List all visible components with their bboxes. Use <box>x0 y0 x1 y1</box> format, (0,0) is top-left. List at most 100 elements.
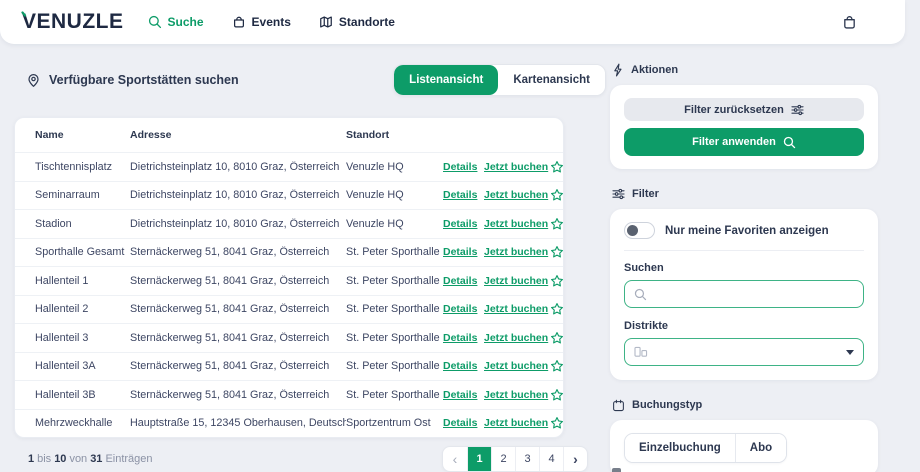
facility-address: Sternäckerweg 51, 8041 Graz, Österreich <box>130 274 330 287</box>
favorite-star-icon[interactable] <box>548 331 563 345</box>
table-row: Hallenteil 3B Sternäckerweg 51, 8041 Gra… <box>15 380 563 409</box>
brand-logo-text: VENUZLE <box>22 10 124 33</box>
favorite-star-icon[interactable] <box>548 416 563 430</box>
facility-location: St. Peter Sporthalle <box>346 331 440 344</box>
facility-address: Dietrichsteinplatz 10, 8010 Graz, Österr… <box>130 189 340 202</box>
book-link[interactable]: Jetzt buchen <box>484 417 548 429</box>
favorite-star-icon[interactable] <box>548 217 563 231</box>
brand-logo[interactable]: VENUZLE <box>21 9 124 34</box>
book-link[interactable]: Jetzt buchen <box>484 161 548 173</box>
booking-type-einzelbuchung-button[interactable]: Einzelbuchung <box>625 434 735 462</box>
facilities-table: Name Adresse Standort Tischtennisplatz D… <box>14 117 564 438</box>
favorite-star-icon[interactable] <box>548 245 563 259</box>
pagination-page-1[interactable]: 1 <box>467 447 491 471</box>
main-nav: Suche Events Standorte <box>148 15 395 29</box>
favorite-star-icon[interactable] <box>548 160 563 174</box>
lightning-icon <box>612 63 624 77</box>
filter-apply-button[interactable]: Filter anwenden <box>624 128 864 156</box>
book-link[interactable]: Jetzt buchen <box>484 360 548 372</box>
details-link[interactable]: Details <box>443 389 484 401</box>
favorite-star-icon[interactable] <box>548 302 563 316</box>
book-link[interactable]: Jetzt buchen <box>484 303 548 315</box>
search-input-wrap <box>624 280 864 308</box>
details-link[interactable]: Details <box>443 303 484 315</box>
nav-item-suche[interactable]: Suche <box>148 15 204 29</box>
search-input[interactable] <box>654 288 854 300</box>
booking-type-abo-button[interactable]: Abo <box>734 434 787 462</box>
table-row: Tischtennisplatz Dietrichsteinplatz 10, … <box>15 152 563 181</box>
facility-location: St. Peter Sporthalle <box>346 360 440 373</box>
districts-select[interactable] <box>624 338 864 366</box>
facility-address: Sternäckerweg 51, 8041 Graz, Österreich <box>130 246 330 259</box>
facility-name: Hallenteil 1 <box>35 274 89 287</box>
book-link[interactable]: Jetzt buchen <box>484 332 548 344</box>
facility-name: Stadion <box>35 217 72 230</box>
facility-name: Hallenteil 3A <box>35 360 96 373</box>
facility-location: St. Peter Sporthalle <box>346 274 440 287</box>
pagination-page-3[interactable]: 3 <box>515 447 539 471</box>
location-pin-icon <box>26 73 41 88</box>
book-link[interactable]: Jetzt buchen <box>484 275 548 287</box>
pagination-next-icon[interactable]: › <box>563 447 587 471</box>
sliders-icon <box>791 104 804 116</box>
results-panel: Verfügbare Sportstätten suchen Listenans… <box>14 58 606 472</box>
search-icon <box>634 288 647 301</box>
facility-address: Hauptstraße 15, 12345 Oberhausen, Deutsc… <box>130 417 346 430</box>
favorite-star-icon[interactable] <box>548 388 563 402</box>
facility-location: St. Peter Sporthalle <box>346 388 440 401</box>
facility-address: Dietrichsteinplatz 10, 8010 Graz, Österr… <box>130 217 340 230</box>
favorite-star-icon[interactable] <box>548 274 563 288</box>
table-footer: 1 bis 10 von 31 Einträgen ‹ 1 2 3 4 › <box>14 446 592 472</box>
details-link[interactable]: Details <box>443 275 484 287</box>
map-view-button[interactable]: Kartenansicht <box>498 65 605 95</box>
booking-type-title: Buchungstyp <box>632 399 703 411</box>
pagination-page-2[interactable]: 2 <box>491 447 515 471</box>
details-link[interactable]: Details <box>443 360 484 372</box>
filter-title: Filter <box>632 188 659 200</box>
pagination-page-4[interactable]: 4 <box>539 447 563 471</box>
booking-type-group: Einzelbuchung Abo <box>624 433 788 463</box>
favorites-toggle-label: Nur meine Favoriten anzeigen <box>665 224 829 237</box>
table-row: Stadion Dietrichsteinplatz 10, 8010 Graz… <box>15 209 563 238</box>
details-link[interactable]: Details <box>443 189 484 201</box>
book-link[interactable]: Jetzt buchen <box>484 389 548 401</box>
facility-location: St. Peter Sporthalle <box>346 246 440 259</box>
column-header-standort: Standort <box>346 129 390 141</box>
facility-name: Hallenteil 3B <box>35 388 96 401</box>
top-navbar: VENUZLE Suche Events Standorte <box>0 0 905 44</box>
favorite-star-icon[interactable] <box>548 188 563 202</box>
table-row: Hallenteil 2 Sternäckerweg 51, 8041 Graz… <box>15 294 563 324</box>
book-link[interactable]: Jetzt buchen <box>484 218 548 230</box>
facility-name: Hallenteil 2 <box>35 303 89 316</box>
bag-icon <box>232 15 246 29</box>
district-blocks-icon <box>634 346 648 358</box>
facility-location: St. Peter Sporthalle <box>346 303 440 316</box>
table-row: Mehrzweckhalle Hauptstraße 15, 12345 Obe… <box>15 408 563 438</box>
details-link[interactable]: Details <box>443 417 484 429</box>
facility-name: Tischtennisplatz <box>35 160 113 173</box>
book-link[interactable]: Jetzt buchen <box>484 246 548 258</box>
calendar-icon <box>612 399 625 412</box>
details-link[interactable]: Details <box>443 161 484 173</box>
facility-location: Venuzle HQ <box>346 189 404 202</box>
logo-tick-icon <box>21 9 32 18</box>
column-header-adresse: Adresse <box>130 129 172 141</box>
facility-address: Dietrichsteinplatz 10, 8010 Graz, Österr… <box>130 160 340 173</box>
favorites-toggle[interactable] <box>624 222 655 239</box>
filter-reset-button[interactable]: Filter zurücksetzen <box>624 98 864 121</box>
book-link[interactable]: Jetzt buchen <box>484 189 548 201</box>
table-row: Seminarraum Dietrichsteinplatz 10, 8010 … <box>15 180 563 210</box>
actions-title: Aktionen <box>631 64 679 76</box>
shopping-bag-icon[interactable] <box>842 14 857 30</box>
details-link[interactable]: Details <box>443 332 484 344</box>
nav-item-events[interactable]: Events <box>232 15 291 29</box>
favorite-star-icon[interactable] <box>548 359 563 373</box>
details-link[interactable]: Details <box>443 218 484 230</box>
list-view-button[interactable]: Listenansicht <box>394 65 499 95</box>
search-field-label: Suchen <box>624 262 664 274</box>
nav-item-standorte[interactable]: Standorte <box>319 15 395 29</box>
facility-location: Sportzentrum Ost <box>346 417 431 430</box>
pagination-prev-icon[interactable]: ‹ <box>443 447 467 471</box>
details-link[interactable]: Details <box>443 246 484 258</box>
pagination: ‹ 1 2 3 4 › <box>442 446 588 472</box>
